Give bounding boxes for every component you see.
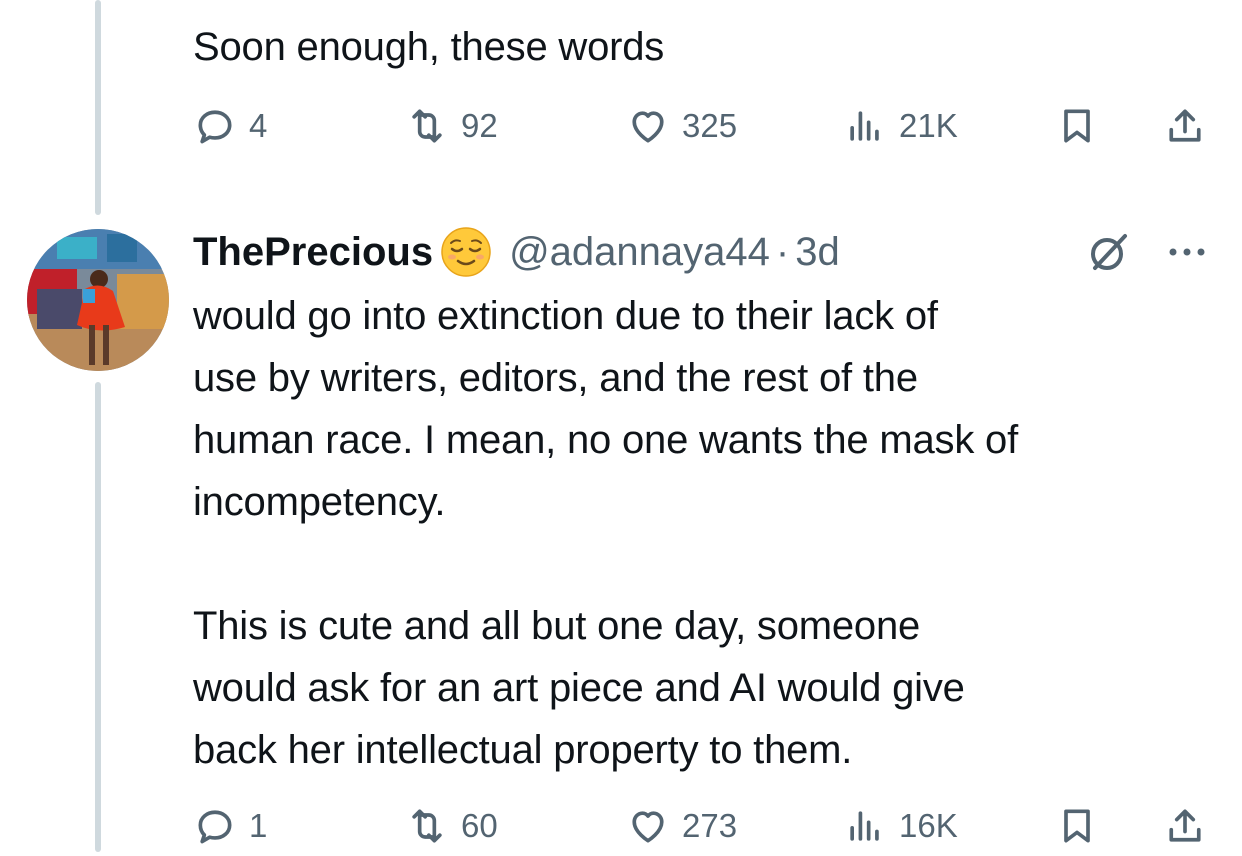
reply-button[interactable]: 4 <box>193 96 267 156</box>
timestamp[interactable]: 3d <box>795 230 840 275</box>
previous-tweet-text: Soon enough, these words <box>193 25 665 69</box>
avatar-image <box>27 229 169 371</box>
view-count: 16K <box>899 807 958 844</box>
views-icon <box>850 811 879 841</box>
separator-dot: · <box>775 229 790 274</box>
reply-count: 4 <box>249 107 268 144</box>
previous-tweet-actions: 4 92 325 21K <box>193 96 1213 156</box>
views-button[interactable]: 16K <box>843 796 958 856</box>
share-icon <box>1169 109 1201 142</box>
share-icon <box>1169 809 1201 842</box>
like-button[interactable]: 325 <box>626 96 737 156</box>
bookmark-button[interactable] <box>1055 796 1099 856</box>
retweet-button[interactable]: 60 <box>405 796 498 856</box>
reply-icon <box>198 810 232 844</box>
thread-line-bottom <box>95 382 101 852</box>
retweet-count: 60 <box>461 807 498 844</box>
relieved-face-emoji <box>441 227 491 277</box>
handle[interactable]: @adannaya44 <box>509 230 770 275</box>
avatar[interactable] <box>27 229 169 371</box>
views-button[interactable]: 21K <box>843 96 958 156</box>
heart-icon <box>632 111 664 143</box>
thread-line-top <box>95 0 101 215</box>
retweet-icon <box>412 809 442 843</box>
bookmark-icon <box>1064 109 1090 143</box>
heart-icon <box>632 811 664 843</box>
views-icon <box>850 111 879 141</box>
share-button[interactable] <box>1163 96 1207 156</box>
reply-count: 1 <box>249 807 268 844</box>
tweet-header: ThePrecious @adannaya44 · 3d <box>193 222 1223 282</box>
tweet-actions: 1 60 273 16K <box>193 796 1213 856</box>
bookmark-icon <box>1064 809 1090 843</box>
view-count: 21K <box>899 107 958 144</box>
reply-icon <box>198 110 232 144</box>
reply-button[interactable]: 1 <box>193 796 267 856</box>
more-icon[interactable] <box>1163 228 1211 276</box>
share-button[interactable] <box>1163 796 1207 856</box>
retweet-icon <box>412 109 442 143</box>
display-name[interactable]: ThePrecious <box>193 230 433 275</box>
tweet-text: would go into extinction due to their la… <box>193 294 1018 772</box>
grok-icon[interactable] <box>1085 228 1133 276</box>
like-count: 273 <box>682 807 738 844</box>
retweet-button[interactable]: 92 <box>405 96 498 156</box>
like-button[interactable]: 273 <box>626 796 737 856</box>
retweet-count: 92 <box>461 107 498 144</box>
like-count: 325 <box>682 107 738 144</box>
bookmark-button[interactable] <box>1055 96 1099 156</box>
